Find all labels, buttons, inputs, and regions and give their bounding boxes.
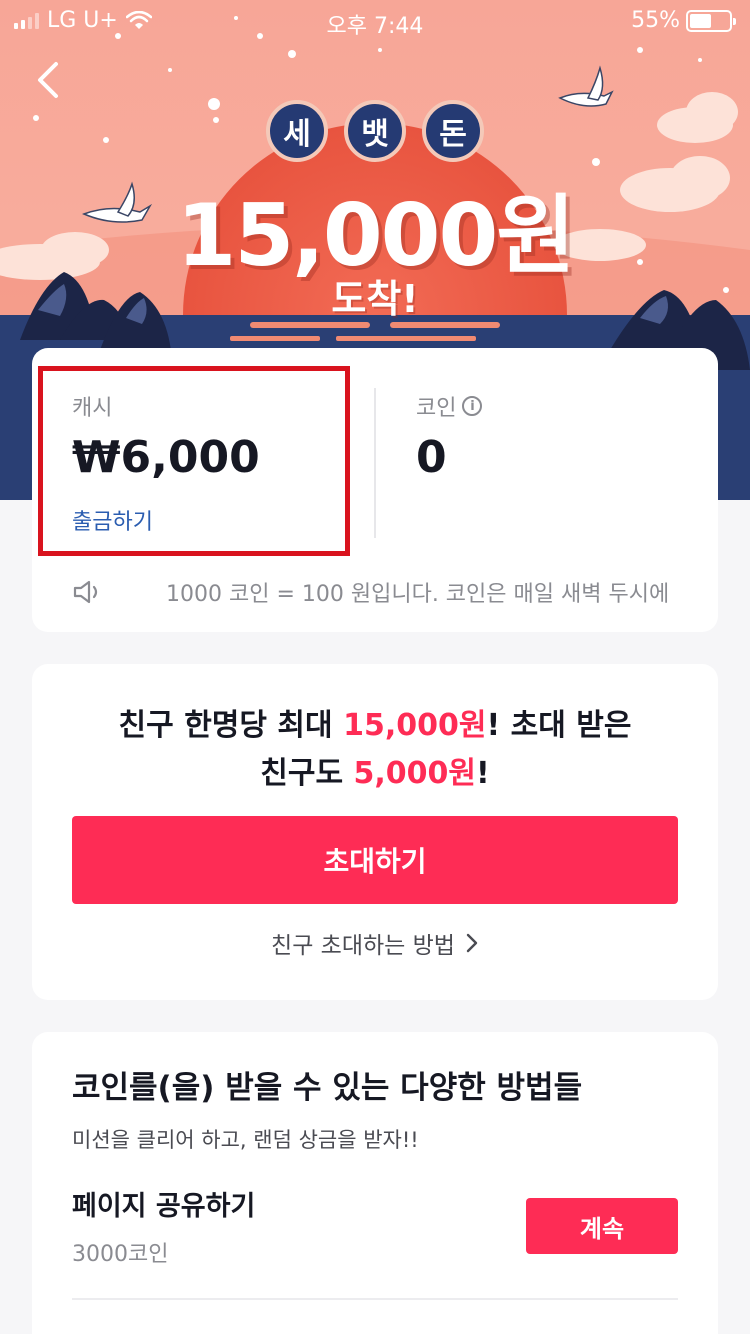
invite-promo: 친구 한명당 최대 15,000원! 초대 받은 친구도 5,000원! [32,702,718,798]
invite-button[interactable]: 초대하기 [72,816,678,904]
banner-subtitle: 도착! [331,277,419,321]
task-reward: 3000코인 [72,1242,169,1267]
withdraw-link[interactable]: 출금하기 [72,504,153,536]
speaker-icon [73,580,98,604]
promo-text: ! [476,756,490,791]
task-name: 페이지 공유하기 [72,1191,256,1222]
battery-percent: 55% [631,8,680,33]
coin-label: 코인 [416,396,457,421]
coin-label-row: 코인 i [416,390,483,422]
chevron-left-icon [38,62,58,98]
task-divider [72,1298,678,1300]
cash-value: ₩6,000 [72,432,260,483]
info-icon[interactable]: i [462,396,483,416]
promo-highlight: 15,000원 [343,708,487,743]
battery-icon [686,9,736,32]
coin-notice: 1000 코인 = 100 원입니다. 코인은 매일 새벽 두시에 [166,582,670,607]
status-bar: LG U+ 오후 7:44 55% [0,0,750,42]
back-button[interactable] [30,58,70,102]
promo-highlight: 5,000원 [353,756,477,791]
banner-badge: 돈 [422,100,484,162]
banner-badges: 세 뱃 돈 [0,100,750,162]
balance-card: 캐시 ₩6,000 출금하기 코인 i 0 1000 코인 = 100 원입니다… [32,348,718,632]
banner-badge: 세 [266,100,328,162]
task-continue-button[interactable]: 계속 [526,1198,678,1254]
banner-badge: 뱃 [344,100,406,162]
invite-card: 친구 한명당 최대 15,000원! 초대 받은 친구도 5,000원! 초대하… [32,664,718,1000]
promo-line-1: 친구 한명당 최대 15,000원! 초대 받은 [32,702,718,750]
chevron-right-icon [466,933,478,953]
promo-text: 친구 한명당 최대 [118,708,344,743]
coin-value: 0 [416,432,447,483]
earn-coins-card: 코인를(을) 받을 수 있는 다양한 방법들 미션을 클리어 하고, 랜덤 상금… [32,1032,718,1334]
earn-subtitle: 미션을 클리어 하고, 랜덤 상금을 받자!! [72,1128,419,1152]
earn-title: 코인를(을) 받을 수 있는 다양한 방법들 [72,1070,583,1106]
balance-divider [374,388,376,538]
howto-label: 친구 초대하는 방법 [271,933,455,959]
promo-text: ! 초대 받은 [486,708,632,743]
promo-line-2: 친구도 5,000원! [32,750,718,798]
promo-text: 친구도 [260,756,354,791]
cash-label: 캐시 [72,396,113,421]
invite-howto-link[interactable]: 친구 초대하는 방법 [32,926,718,960]
